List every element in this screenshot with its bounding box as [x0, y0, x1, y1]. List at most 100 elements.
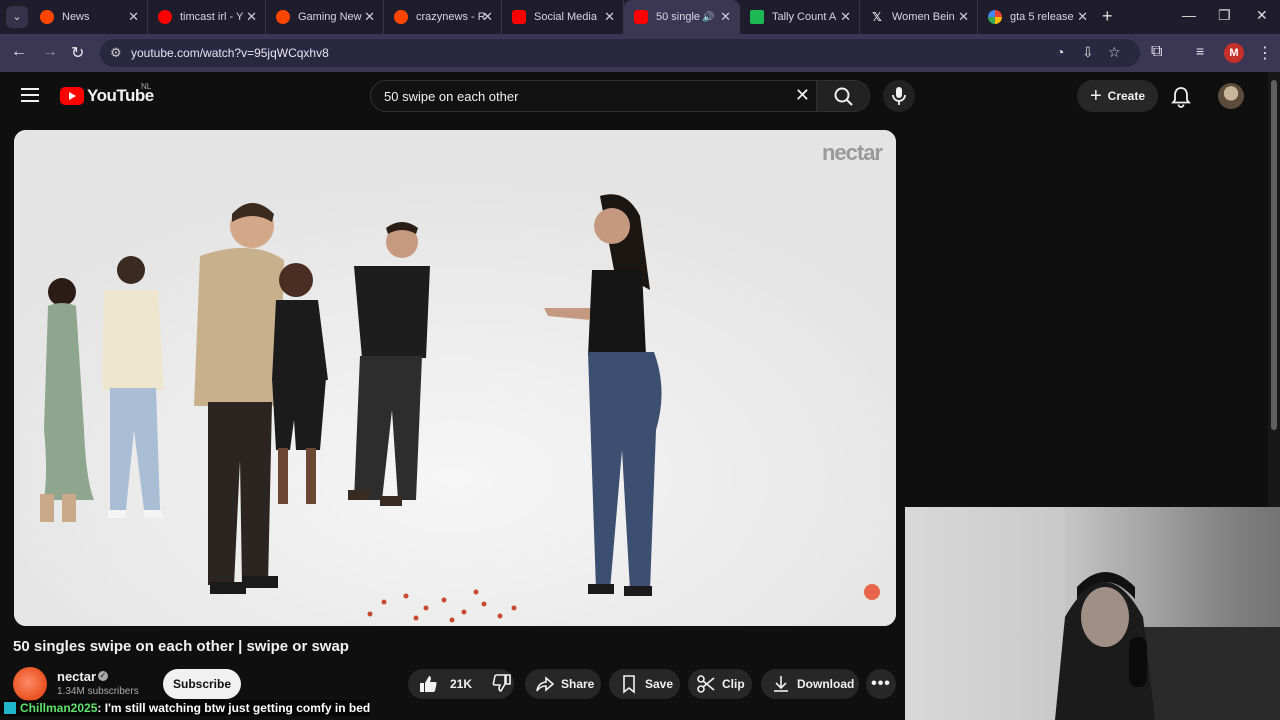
tab-women[interactable]: 𝕏 Women Bein ✕ [860, 0, 978, 34]
forward-icon[interactable]: → [42, 43, 58, 61]
youtube-icon [634, 10, 648, 24]
tab-title: Social Media [534, 11, 597, 23]
save-button[interactable]: Save [609, 669, 680, 699]
channel-name[interactable]: nectar [57, 669, 96, 684]
close-icon[interactable]: ✕ [1077, 9, 1088, 25]
tab-crazynews[interactable]: crazynews - R ✕ [384, 0, 502, 34]
nectar-corner-logo [864, 584, 880, 600]
x-icon: 𝕏 [872, 10, 882, 24]
chat-username: Chillman2025 [20, 701, 98, 715]
channel-avatar[interactable] [13, 667, 47, 701]
twitch-icon [4, 702, 16, 714]
close-icon[interactable]: ✕ [246, 9, 257, 25]
like-dislike-group: 21K [408, 669, 514, 699]
tab-active-video[interactable]: 50 single 🔊 ✕ [624, 0, 740, 34]
hamburger-menu-icon[interactable] [21, 88, 39, 102]
dislike-button[interactable] [492, 673, 518, 696]
tab-timcast[interactable]: timcast irl - Y ✕ [148, 0, 266, 34]
more-menu-icon[interactable]: ⋮ [1257, 43, 1273, 63]
plus-icon: + [1089, 84, 1102, 107]
create-button[interactable]: + Create [1077, 80, 1158, 112]
search-icon [834, 87, 853, 106]
save-label: Save [645, 677, 674, 691]
reddit-icon [40, 10, 54, 24]
webcam-overlay [905, 507, 1280, 720]
search-input[interactable]: 50 swipe on each other ✕ [370, 80, 816, 112]
google-icon [988, 10, 1002, 24]
more-actions-button[interactable]: ••• [866, 669, 896, 699]
video-title: 50 singles swipe on each other | swipe o… [13, 638, 349, 655]
restore-icon[interactable]: ❐ [1218, 7, 1231, 24]
more-horizontal-icon: ••• [871, 675, 891, 692]
scrollbar-thumb[interactable] [1271, 80, 1277, 430]
close-icon[interactable]: ✕ [604, 9, 615, 25]
tab-tally[interactable]: Tally Count A ✕ [740, 0, 860, 34]
subscriber-count: 1.34M subscribers [57, 686, 139, 697]
tab-gaming[interactable]: Gaming New ✕ [266, 0, 384, 34]
stream-chat-overlay: Chillman2025 : I'm still watching btw ju… [0, 700, 371, 716]
bookmark-star-icon[interactable]: ☆ [1108, 44, 1121, 61]
browser-toolbar: ← → ↻ ⚙ youtube.com/watch?v=95jqWCqxhv8 … [0, 34, 1280, 72]
profile-avatar[interactable]: M [1224, 43, 1244, 63]
tab-news[interactable]: News ✕ [30, 0, 148, 34]
tab-social-media[interactable]: Social Media ✕ [502, 0, 624, 34]
close-icon[interactable]: ✕ [720, 9, 731, 25]
tab-search-button[interactable]: ⌄ [6, 6, 28, 28]
notifications-button[interactable] [1171, 86, 1191, 113]
thumbs-down-icon [492, 673, 511, 692]
reload-icon[interactable]: ↻ [71, 43, 84, 63]
verified-check-icon: ✓ [98, 671, 108, 681]
microphone-icon [892, 87, 906, 105]
youtube-icon [158, 10, 172, 24]
tab-title: timcast irl - Y [180, 11, 244, 23]
download-icon [774, 676, 788, 692]
webcam-feed [1055, 507, 1280, 720]
clip-button[interactable]: Clip [688, 669, 752, 699]
install-app-icon[interactable]: ⇩ [1082, 44, 1094, 61]
bell-icon [1171, 87, 1191, 108]
tab-title: crazynews - R [416, 11, 486, 23]
like-button[interactable]: 21K [418, 674, 472, 694]
download-button[interactable]: Download [761, 669, 859, 699]
close-icon[interactable]: ✕ [958, 9, 969, 25]
video-player[interactable]: nectar [14, 130, 896, 626]
search-button[interactable] [816, 80, 870, 112]
like-count: 21K [450, 677, 473, 691]
share-label: Share [561, 677, 595, 691]
clip-label: Clip [722, 677, 745, 691]
scissors-icon [697, 675, 715, 693]
video-frame [14, 130, 896, 626]
voice-search-button[interactable] [883, 80, 915, 112]
close-icon[interactable]: ✕ [128, 9, 139, 25]
country-code: NL [141, 82, 152, 91]
performance-icon[interactable]: ◔ [1056, 44, 1064, 60]
account-avatar[interactable] [1218, 83, 1244, 109]
tab-gta[interactable]: gta 5 release ✕ [978, 0, 1096, 34]
close-icon[interactable]: ✕ [364, 9, 375, 25]
back-icon[interactable]: ← [11, 43, 27, 61]
close-icon[interactable]: ✕ [482, 9, 493, 25]
address-bar[interactable]: ⚙ youtube.com/watch?v=95jqWCqxhv8 ◔ ⇩ ☆ [100, 39, 1140, 67]
extensions-icon[interactable]: ⧉ [1151, 43, 1162, 61]
youtube-logo[interactable]: YouTube NL [60, 82, 154, 106]
youtube-icon [512, 10, 526, 24]
new-tab-button[interactable]: + [1102, 6, 1113, 27]
site-info-icon[interactable]: ⚙ [110, 45, 122, 61]
share-button[interactable]: Share [525, 669, 601, 699]
url-text[interactable]: youtube.com/watch?v=95jqWCqxhv8 [131, 46, 329, 60]
video-watermark: nectar [821, 140, 883, 165]
speaker-icon[interactable]: 🔊 [702, 12, 714, 23]
search-query-text[interactable]: 50 swipe on each other [384, 89, 518, 104]
tab-title: gta 5 release [1010, 11, 1074, 23]
clear-search-icon[interactable]: ✕ [795, 85, 810, 106]
thumbs-up-icon [420, 676, 437, 692]
tab-title: 50 single [656, 11, 700, 23]
media-controls-icon[interactable]: ≡ [1196, 43, 1204, 59]
tab-title: Tally Count A [772, 11, 837, 23]
close-icon[interactable]: ✕ [840, 9, 851, 25]
window-close-icon[interactable]: ✕ [1256, 7, 1268, 24]
minimize-icon[interactable]: — [1182, 7, 1196, 23]
subscribe-button[interactable]: Subscribe [163, 669, 241, 699]
chat-message: : I'm still watching btw just getting co… [97, 701, 371, 715]
tab-title: Gaming New [298, 11, 362, 23]
